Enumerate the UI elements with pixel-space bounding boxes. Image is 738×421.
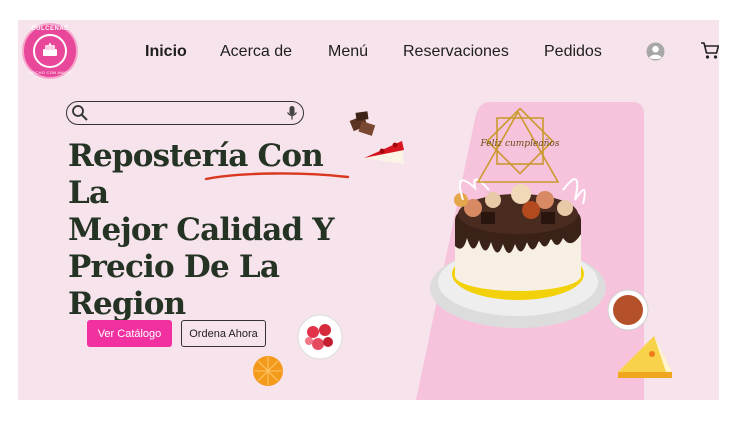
hero-title-line-2: Mejor Calidad Y (68, 212, 335, 248)
cart-icon[interactable] (700, 41, 719, 60)
chocolate-pieces-image (349, 111, 376, 136)
ordena-ahora-button[interactable]: Ordena Ahora (181, 320, 266, 347)
dried-strawberries-bowl-image (297, 314, 343, 360)
cake-topper-text: Feliz cumpleaños (480, 139, 560, 149)
cheesecake-slice-image (364, 141, 404, 164)
logo-top-text: DULCENAE (31, 26, 69, 32)
birthday-cake-image: Feliz cumpleaños (430, 108, 606, 328)
nav-inicio[interactable]: Inicio (145, 43, 187, 61)
search-bar (66, 101, 304, 125)
hero-title-line-4: Region (68, 286, 186, 322)
nav-menu[interactable]: Menú (328, 43, 368, 61)
tangerine-image (253, 356, 283, 386)
user-icon[interactable] (646, 42, 665, 61)
cake-slice-image (618, 336, 672, 378)
cinnamon-bowl-image (607, 289, 649, 331)
microphone-icon[interactable] (285, 105, 299, 121)
main-nav: Inicio Acerca de Menú Reservaciones Pedi… (18, 43, 719, 65)
nav-pedidos[interactable]: Pedidos (544, 43, 602, 61)
hero-title: Repostería Con La Mejor Calidad Y Precio… (68, 138, 368, 323)
search-icon[interactable] (71, 104, 89, 122)
title-underline-stroke (204, 172, 350, 181)
nav-acerca-de[interactable]: Acerca de (220, 43, 292, 61)
search-input[interactable] (93, 105, 277, 123)
hero-title-line-3: Precio De La (68, 249, 280, 285)
ver-catalogo-button[interactable]: Ver Catálogo (87, 320, 172, 347)
nav-reservaciones[interactable]: Reservaciones (403, 43, 509, 61)
page: DULCENAE HECHO CON AMOR Inicio Acerca de… (18, 20, 719, 400)
logo-bottom-text: HECHO CON AMOR (29, 70, 71, 75)
